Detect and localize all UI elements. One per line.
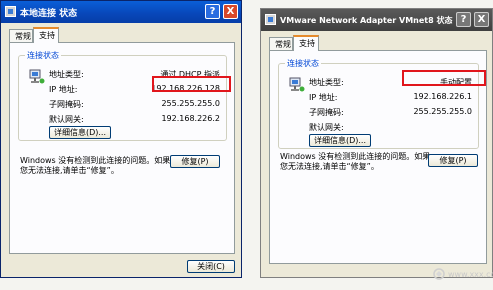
close-button[interactable]: 关闭(C) xyxy=(187,260,235,273)
close-window-button[interactable]: X xyxy=(474,12,489,27)
local-connection-status-window: 本地连接 状态 ? X 常规 支持 连接状态 地址类型: 通过 DHCP 指派 … xyxy=(0,0,242,278)
network-adapter-icon xyxy=(29,69,45,84)
group-title: 连接状态 xyxy=(25,50,61,61)
default-gateway-label: 默认网关: xyxy=(49,115,84,124)
ip-address-label: IP 地址: xyxy=(309,93,338,102)
connection-status-group: 连接状态 地址类型: 通过 DHCP 指派 IP 地址: 192.168.226… xyxy=(18,50,227,141)
repair-button[interactable]: 修复(P) xyxy=(170,155,220,168)
address-type-label: 地址类型: xyxy=(309,78,344,87)
group-title: 连接状态 xyxy=(285,58,321,69)
tab-general[interactable]: 常规 xyxy=(269,37,293,50)
network-connection-icon xyxy=(5,6,16,17)
ip-address-value: 192.168.226.1 xyxy=(413,92,472,101)
details-button[interactable]: 详细信息(D)... xyxy=(49,126,111,139)
window-title: VMware Network Adapter VMnet8 状态 xyxy=(280,16,453,25)
tab-general[interactable]: 常规 xyxy=(9,29,33,42)
address-type-label: 地址类型: xyxy=(49,70,84,79)
ip-address-label: IP 地址: xyxy=(49,85,78,94)
status-message-line-2: 您无法连接,请单击“修复”。 xyxy=(280,162,379,171)
ip-highlight-box-left xyxy=(152,76,231,92)
subnet-mask-label: 子网掩码: xyxy=(309,108,344,117)
status-message-line-1: Windows 没有检测到此连接的问题。如果 xyxy=(280,152,431,161)
subnet-mask-label: 子网掩码: xyxy=(49,100,84,109)
tab-support[interactable]: 支持 xyxy=(33,27,59,43)
details-button[interactable]: 详细信息(D)... xyxy=(309,134,371,147)
watermark-text: www.xxx.com xyxy=(448,270,493,279)
title-bar[interactable]: 本地连接 状态 ? X xyxy=(1,1,241,23)
network-connection-icon xyxy=(265,14,276,25)
help-button[interactable]: ? xyxy=(205,4,220,19)
status-message-line-2: 您无法连接,请单击“修复”。 xyxy=(20,166,119,175)
title-bar[interactable]: VMware Network Adapter VMnet8 状态 ? X xyxy=(261,9,492,31)
vmnet8-status-window: VMware Network Adapter VMnet8 状态 ? X 常规 … xyxy=(260,8,493,278)
tab-support[interactable]: 支持 xyxy=(293,35,319,51)
close-window-button[interactable]: X xyxy=(223,4,238,19)
window-title: 本地连接 状态 xyxy=(20,9,78,19)
ip-highlight-box-right xyxy=(402,70,486,86)
help-button[interactable]: ? xyxy=(456,12,471,27)
default-gateway-value: 192.168.226.2 xyxy=(161,114,220,123)
default-gateway-label: 默认网关: xyxy=(309,123,344,132)
tab-panel-support: 连接状态 地址类型: 通过 DHCP 指派 IP 地址: 192.168.226… xyxy=(9,42,235,254)
watermark-logo-icon xyxy=(433,268,445,280)
subnet-mask-value: 255.255.255.0 xyxy=(413,107,472,116)
network-adapter-icon xyxy=(289,77,305,92)
repair-button[interactable]: 修复(P) xyxy=(428,154,478,167)
subnet-mask-value: 255.255.255.0 xyxy=(161,99,220,108)
status-message-line-1: Windows 没有检测到此连接的问题。如果 xyxy=(20,156,171,165)
